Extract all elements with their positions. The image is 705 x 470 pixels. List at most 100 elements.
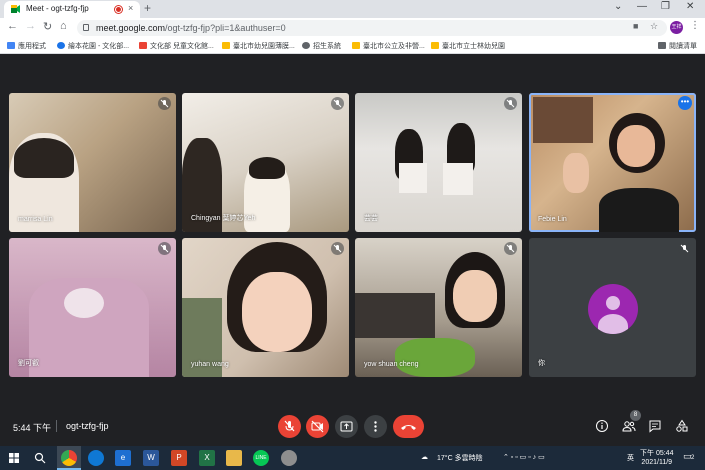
minimize-button[interactable]: — — [637, 1, 647, 12]
camera-off-icon — [311, 420, 324, 433]
bookmark-item[interactable]: 臺北市幼兒園薄膜... — [222, 41, 295, 51]
reload-icon[interactable]: ↻ — [43, 20, 52, 33]
participant-name: marrisa Lin — [18, 216, 53, 223]
search-icon[interactable] — [32, 450, 48, 466]
input-method-indicator[interactable]: 英 — [627, 453, 634, 463]
profile-avatar[interactable]: 王祥 — [670, 21, 683, 34]
video-feed — [599, 188, 679, 232]
microphone-toggle-button[interactable] — [278, 415, 301, 438]
participant-tile[interactable]: 劉可叡 — [9, 238, 176, 377]
bookmark-item[interactable]: 招生系統 — [302, 41, 341, 51]
activities-button[interactable] — [674, 418, 690, 434]
mic-off-icon — [331, 242, 344, 255]
mic-off-icon — [158, 97, 171, 110]
bookmark-star-icon[interactable]: ☆ — [650, 21, 658, 32]
participant-tile[interactable]: marrisa Lin — [9, 93, 176, 232]
participant-tile[interactable]: yuhan wang — [182, 238, 349, 377]
globe-icon — [302, 42, 310, 49]
participant-name: Febie Lin — [538, 216, 567, 223]
divider — [56, 420, 57, 432]
video-feed — [533, 97, 593, 143]
address-bar[interactable]: meet.google.com/ogt-tzfg-fjp?pli=1&authu… — [77, 20, 667, 36]
people-count-badge: 8 — [630, 410, 641, 421]
camera-in-use-icon[interactable]: ■ — [633, 21, 638, 31]
excel-icon[interactable]: X — [199, 450, 215, 466]
forward-arrow-icon[interactable]: → — [25, 20, 36, 32]
present-screen-button[interactable] — [335, 415, 358, 438]
more-options-button[interactable] — [364, 415, 387, 438]
weather-cloud-icon[interactable]: ☁ — [421, 453, 428, 461]
window-close-button[interactable]: ✕ — [686, 1, 694, 12]
video-feed — [395, 338, 475, 377]
bookmark-apps[interactable]: 應用程式 — [7, 41, 46, 51]
lock-icon — [83, 24, 89, 31]
restore-button[interactable]: ❐ — [661, 1, 670, 12]
video-feed — [443, 163, 473, 195]
browser-menu-icon[interactable]: ⋮ — [690, 20, 700, 31]
participant-name: 芸芸 — [364, 215, 378, 222]
folder-icon — [431, 42, 439, 49]
new-tab-button[interactable]: + — [144, 1, 151, 15]
avatar-head-icon — [606, 296, 620, 310]
back-arrow-icon[interactable]: ← — [7, 20, 18, 32]
notification-count: 2 — [691, 455, 695, 461]
recording-indicator-icon — [115, 6, 122, 13]
mic-off-icon — [158, 242, 171, 255]
participant-name: 你 — [538, 360, 545, 367]
home-icon[interactable]: ⌂ — [60, 20, 67, 32]
bookmark-item[interactable]: 臺北市立士林幼兒園 — [431, 41, 505, 51]
bookmark-item[interactable]: 文化部 兒童文化館... — [139, 41, 214, 51]
leave-call-button[interactable] — [393, 415, 424, 438]
internet-explorer-icon[interactable]: e — [115, 450, 131, 466]
system-tray-icons[interactable]: ⌃ ▫ ▫ ▭ ▫ ♪ ▭ — [503, 453, 545, 461]
meeting-details-button[interactable] — [594, 418, 610, 434]
tab-close-button[interactable]: × — [128, 3, 133, 13]
bookmarks-bar: 應用程式 繪本花園 - 文化部... 文化部 兒童文化館... 臺北市幼兒園薄膜… — [0, 38, 705, 54]
line-icon[interactable]: LINE — [253, 450, 269, 466]
meet-tab[interactable]: Meet - ogt-tzfg-fjp × — [4, 1, 140, 18]
info-icon — [596, 420, 608, 432]
participant-tile[interactable]: Chingyan 葉婷芯Yeh — [182, 93, 349, 232]
video-feed — [399, 163, 427, 193]
participant-tile-active-speaker[interactable]: ••• Febie Lin — [529, 93, 696, 232]
participant-tile[interactable]: yow shuan cheng — [355, 238, 522, 377]
video-feed — [242, 272, 312, 352]
edge-icon[interactable] — [88, 450, 104, 466]
clock-date: 2021/11/9 — [641, 459, 673, 466]
youtube-icon — [139, 42, 147, 49]
video-feed — [617, 125, 655, 167]
url-text: meet.google.com/ogt-tzfg-fjp?pli=1&authu… — [96, 23, 286, 33]
activities-shapes-icon — [676, 419, 688, 432]
windows-start-icon[interactable] — [6, 450, 22, 466]
chat-button[interactable] — [647, 418, 663, 434]
clock-time: 下午 05:44 — [640, 450, 674, 457]
bookmark-item[interactable]: 臺北市公立及非營... — [352, 41, 425, 51]
reading-list-icon — [658, 42, 666, 49]
avatar-body-icon — [598, 314, 628, 334]
weather-status[interactable]: 17°C 多雲時陰 — [437, 453, 483, 463]
self-tile[interactable]: 你 — [529, 238, 696, 377]
word-icon[interactable]: W — [143, 450, 159, 466]
app-icon[interactable] — [281, 450, 297, 466]
meeting-clock: 5:44 下午 — [13, 423, 52, 433]
more-options-icon[interactable]: ••• — [678, 96, 692, 110]
video-feed — [563, 153, 589, 193]
participant-name: yuhan wang — [191, 361, 229, 368]
bookmark-item[interactable]: 繪本花園 - 文化部... — [57, 41, 129, 51]
system-clock[interactable]: 下午 05:44 2021/11/9 — [640, 449, 673, 467]
windows-taskbar: e W P X LINE ☁ 17°C 多雲時陰 ⌃ ▫ ▫ ▭ ▫ ♪ ▭ 英… — [0, 446, 705, 470]
apps-grid-icon — [7, 42, 15, 49]
folder-icon — [352, 42, 360, 49]
chrome-icon[interactable] — [61, 450, 77, 466]
meeting-code: ogt-tzfg-fjp — [66, 421, 109, 431]
user-avatar — [588, 284, 638, 334]
participant-tile[interactable]: 芸芸 — [355, 93, 522, 232]
file-explorer-icon[interactable] — [226, 450, 242, 466]
browser-toolbar: ← → ↻ ⌂ meet.google.com/ogt-tzfg-fjp?pli… — [0, 18, 705, 38]
tab-search-chevron-icon[interactable]: ⌄ — [614, 1, 622, 12]
camera-toggle-button[interactable] — [306, 415, 329, 438]
reading-list[interactable]: 閱讀清單 — [658, 41, 697, 51]
powerpoint-icon[interactable]: P — [171, 450, 187, 466]
mic-off-icon — [504, 242, 517, 255]
tab-title: Meet - ogt-tzfg-fjp — [26, 4, 89, 13]
